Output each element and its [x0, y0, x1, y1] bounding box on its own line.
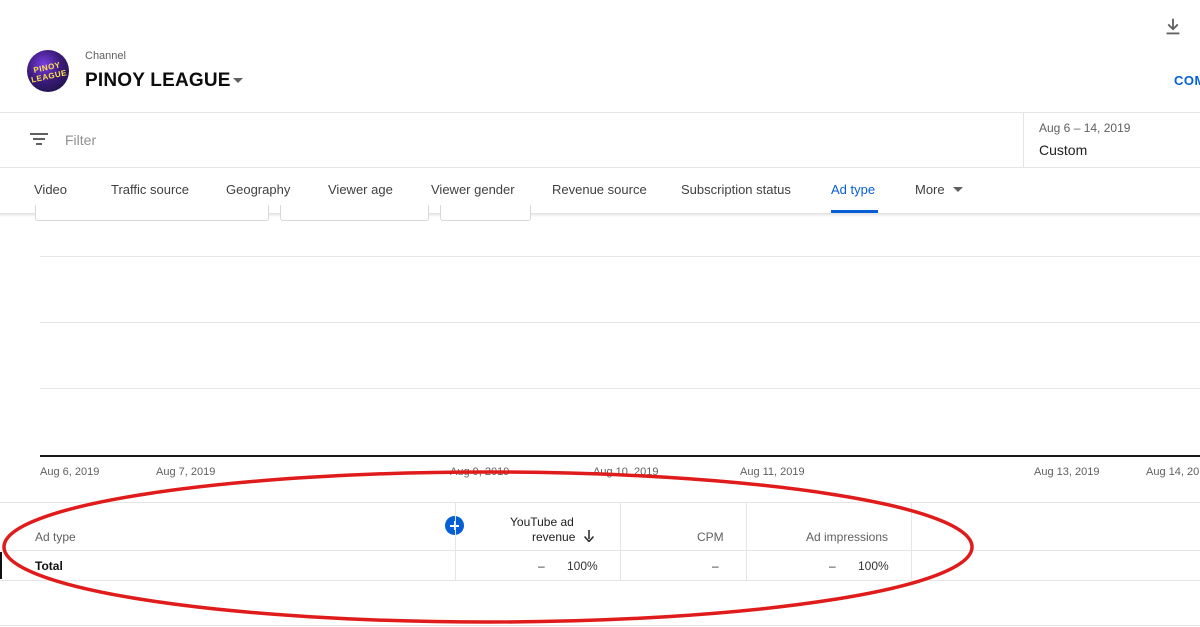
- chevron-down-icon[interactable]: [233, 78, 243, 83]
- column-header-ad-impressions[interactable]: Ad impressions: [806, 530, 888, 544]
- gridline: [40, 322, 1200, 323]
- x-tick-label: Aug 13, 2019: [1034, 466, 1100, 478]
- tab-revenue-source[interactable]: Revenue source: [552, 182, 647, 197]
- total-row-marker: [0, 552, 2, 579]
- x-axis-line: [40, 455, 1200, 457]
- filter-divider: [0, 167, 1200, 168]
- metric-chip[interactable]: [440, 205, 531, 221]
- column-divider: [620, 503, 621, 580]
- channel-name[interactable]: PINOY LEAGUE: [85, 70, 231, 92]
- column-header-cpm[interactable]: CPM: [697, 530, 724, 544]
- total-impressions: –: [829, 559, 836, 573]
- sort-descending-icon[interactable]: [584, 530, 594, 542]
- gridline: [40, 388, 1200, 389]
- tab-subscription-status[interactable]: Subscription status: [681, 182, 791, 197]
- total-revenue: –: [538, 559, 545, 573]
- table-top-border: [0, 502, 1200, 503]
- download-icon[interactable]: [1162, 16, 1184, 38]
- filter-input[interactable]: Filter: [65, 132, 96, 148]
- annotation-ellipse: [2, 470, 974, 624]
- metric-chip[interactable]: [35, 205, 269, 221]
- tab-traffic-source[interactable]: Traffic source: [111, 182, 189, 197]
- tab-video[interactable]: Video: [34, 182, 67, 197]
- tab-viewer-gender[interactable]: Viewer gender: [431, 182, 515, 197]
- header-divider: [0, 112, 1200, 113]
- x-tick-label: Aug 9, 2019: [450, 466, 510, 478]
- tab-ad-type[interactable]: Ad type: [831, 182, 875, 197]
- column-header-revenue-line2[interactable]: revenue: [532, 530, 575, 544]
- compare-link[interactable]: COM: [1174, 73, 1200, 88]
- table-header-divider: [0, 550, 1200, 551]
- tab-viewer-age[interactable]: Viewer age: [328, 182, 393, 197]
- x-tick-label: Aug 11, 2019: [740, 466, 805, 478]
- total-label: Total: [35, 559, 63, 573]
- x-tick-label: Aug 7, 2019: [156, 466, 216, 478]
- x-tick-label: Aug 6, 2019: [40, 466, 100, 478]
- tab-more[interactable]: More: [915, 182, 945, 197]
- column-header-revenue[interactable]: YouTube ad: [510, 515, 574, 529]
- total-impressions-pct: 100%: [858, 559, 889, 573]
- metric-chip[interactable]: [280, 205, 429, 221]
- channel-label: Channel: [85, 50, 126, 62]
- tab-geography[interactable]: Geography: [226, 182, 290, 197]
- column-divider: [455, 503, 456, 580]
- column-divider: [746, 503, 747, 580]
- page-bottom-border: [0, 625, 1200, 626]
- chevron-down-icon[interactable]: [953, 187, 963, 192]
- x-tick-label: Aug 14, 2019: [1146, 466, 1200, 478]
- x-tick-label: Aug 10, 2019: [593, 466, 659, 478]
- table-bottom-border: [0, 580, 1200, 581]
- filter-icon[interactable]: [30, 131, 48, 147]
- date-preset: Custom: [1039, 142, 1088, 158]
- column-divider: [911, 503, 912, 580]
- gridline: [40, 256, 1200, 257]
- channel-avatar[interactable]: PINOY LEAGUE: [27, 50, 69, 92]
- total-cpm: –: [712, 559, 719, 573]
- column-header-ad-type[interactable]: Ad type: [35, 530, 76, 544]
- total-revenue-pct: 100%: [567, 559, 598, 573]
- avatar-logo-text: PINOY LEAGUE: [30, 60, 68, 85]
- date-range-text: Aug 6 – 14, 2019: [1039, 121, 1131, 135]
